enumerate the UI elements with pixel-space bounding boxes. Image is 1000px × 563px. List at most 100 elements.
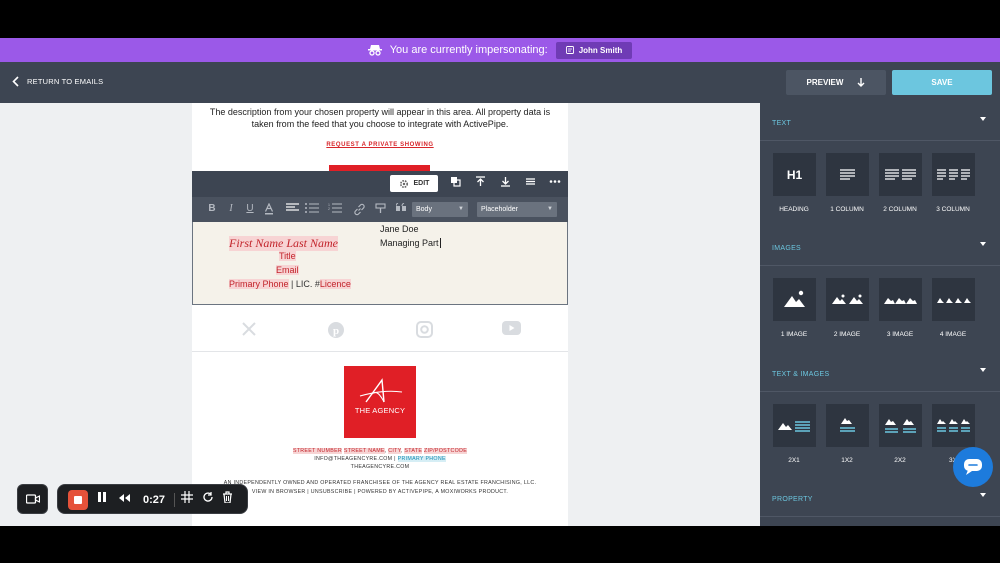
request-showing-link[interactable]: REQUEST A PRIVATE SHOWING [192, 142, 568, 148]
2x1-block-tile[interactable] [773, 404, 816, 447]
four-image-block-tile[interactable] [932, 278, 975, 321]
preview-label: PREVIEW [806, 78, 844, 87]
save-button[interactable]: SAVE [892, 70, 992, 95]
licence-prefix: | LIC. # [288, 279, 320, 289]
chevron-down-icon [980, 242, 986, 246]
one-column-block-tile[interactable] [826, 153, 869, 196]
footer-franchise-notice: AN INDEPENDENTLY OWNED AND OPERATED FRAN… [223, 480, 537, 486]
email-body: The description from your chosen propert… [192, 103, 568, 526]
edit-block-button[interactable]: EDIT [390, 175, 438, 192]
1x2-block-tile[interactable] [826, 404, 869, 447]
three-images-icon [884, 298, 917, 304]
block-toolbar: EDIT [192, 171, 568, 197]
street-number-placeholder[interactable]: STREET NUMBER [292, 448, 343, 454]
signature-phone-line: Primary Phone | LIC. #Licence [229, 279, 351, 289]
pause-icon[interactable] [97, 491, 107, 509]
placeholder-select[interactable]: Placeholder ▼ [477, 202, 557, 217]
2x2-block-tile[interactable] [879, 404, 922, 447]
property-description: The description from your chosen propert… [209, 107, 551, 129]
one-column-icon [840, 169, 855, 180]
svg-text:2: 2 [328, 207, 330, 211]
youtube-icon[interactable] [501, 321, 521, 341]
italic-icon[interactable]: I [224, 203, 238, 215]
chevron-down-icon [980, 493, 986, 497]
two-image-block-tile[interactable] [826, 278, 869, 321]
footer-email[interactable]: INFO@THEAGENCYRE.COM [314, 456, 392, 462]
chat-launcher-button[interactable] [953, 447, 993, 487]
footer-website[interactable]: THEAGENCYRE.COM [192, 464, 568, 470]
heading-block-tile[interactable]: H1 [773, 153, 816, 196]
align-left-icon[interactable] [285, 203, 299, 217]
bullet-list-icon[interactable] [305, 203, 319, 217]
screen-recorder-controls: 0:27 [57, 484, 248, 514]
signature-phone-placeholder[interactable]: Primary Phone [229, 279, 289, 289]
agency-logo-mark [359, 378, 403, 403]
footer-links[interactable]: VIEW IN BROWSER | UNSUBSCRIBE | POWERED … [192, 489, 568, 495]
text-color-icon[interactable] [262, 202, 276, 219]
tile-label: 1 IMAGE [780, 331, 808, 338]
impersonated-user-badge[interactable]: John Smith [555, 41, 633, 59]
two-column-block-tile[interactable] [879, 153, 922, 196]
text-style-value: Body [416, 206, 432, 213]
four-images-icon [937, 298, 971, 303]
agent-role-text: Managing Part [380, 238, 439, 248]
signature-block[interactable]: First Name Last Name Title Email Primary… [192, 222, 568, 305]
x-twitter-icon[interactable] [239, 321, 259, 341]
more-options-icon[interactable] [548, 176, 562, 190]
duplicate-icon[interactable] [448, 176, 462, 190]
tile-label: 2X2 [894, 457, 906, 464]
clear-format-icon[interactable] [374, 203, 388, 218]
move-down-icon[interactable] [498, 176, 512, 190]
image-text-2x2-icon [885, 419, 916, 433]
bold-icon[interactable]: B [205, 203, 219, 215]
tile-label: 3 IMAGE [886, 331, 914, 338]
footer-phone-placeholder[interactable]: PRIMARY PHONE [397, 456, 446, 462]
agent-name[interactable]: Jane Doe [380, 224, 419, 234]
chevron-left-icon [12, 76, 19, 87]
three-column-block-tile[interactable] [932, 153, 975, 196]
restart-icon[interactable] [202, 491, 214, 509]
city-placeholder[interactable]: CITY [388, 448, 401, 454]
social-icons-row: p [192, 315, 568, 349]
signature-licence-placeholder[interactable]: Licence [319, 279, 351, 289]
zip-placeholder[interactable]: ZIP/POSTCODE [424, 448, 468, 454]
arrow-down-icon [857, 78, 865, 87]
section-text-title: TEXT [772, 120, 792, 127]
chevron-down-icon: ▼ [547, 206, 553, 212]
signature-email-placeholder[interactable]: Email [276, 265, 299, 275]
state-placeholder[interactable]: STATE [404, 448, 423, 454]
one-image-block-tile[interactable] [773, 278, 816, 321]
section-text-images-header[interactable]: TEXT & IMAGES [760, 354, 1000, 392]
instagram-icon[interactable] [414, 321, 434, 341]
section-images-header[interactable]: IMAGES [760, 228, 1000, 266]
section-property-title: PROPERTY [772, 496, 813, 503]
numbered-list-icon[interactable]: 12 [328, 203, 342, 217]
section-text-header[interactable]: TEXT [760, 103, 1000, 141]
three-image-block-tile[interactable] [879, 278, 922, 321]
signature-name-placeholder[interactable]: First Name Last Name [229, 236, 339, 251]
signature-title-placeholder[interactable]: Title [279, 251, 296, 261]
grid-icon[interactable] [181, 491, 193, 509]
trash-icon[interactable] [222, 491, 233, 509]
text-style-select[interactable]: Body ▼ [412, 202, 468, 217]
image-text-3x-icon [937, 419, 970, 432]
rewind-icon[interactable] [118, 491, 131, 509]
tile-label: 1X2 [841, 457, 853, 464]
underline-icon[interactable]: U [243, 203, 257, 215]
stop-recording-button[interactable] [68, 490, 88, 510]
quote-icon[interactable] [394, 202, 408, 216]
street-name-placeholder[interactable]: STREET NAME [343, 448, 385, 454]
3x-block-tile[interactable] [932, 404, 975, 447]
link-icon[interactable] [352, 203, 366, 220]
agency-logo-text: THE AGENCY [354, 406, 406, 415]
camera-toggle-button[interactable] [17, 484, 48, 514]
return-to-emails-link[interactable]: RETURN TO EMAILS [12, 76, 103, 87]
move-up-icon[interactable] [473, 176, 487, 190]
agent-role[interactable]: Managing Part [380, 238, 441, 248]
spy-icon [367, 45, 382, 56]
chevron-down-icon: ▼ [458, 206, 464, 212]
pinterest-icon[interactable]: p [326, 321, 346, 341]
tile-label: 1 COLUMN [830, 206, 864, 213]
preview-button[interactable]: PREVIEW [786, 70, 886, 95]
drag-handle-icon[interactable] [523, 176, 537, 190]
